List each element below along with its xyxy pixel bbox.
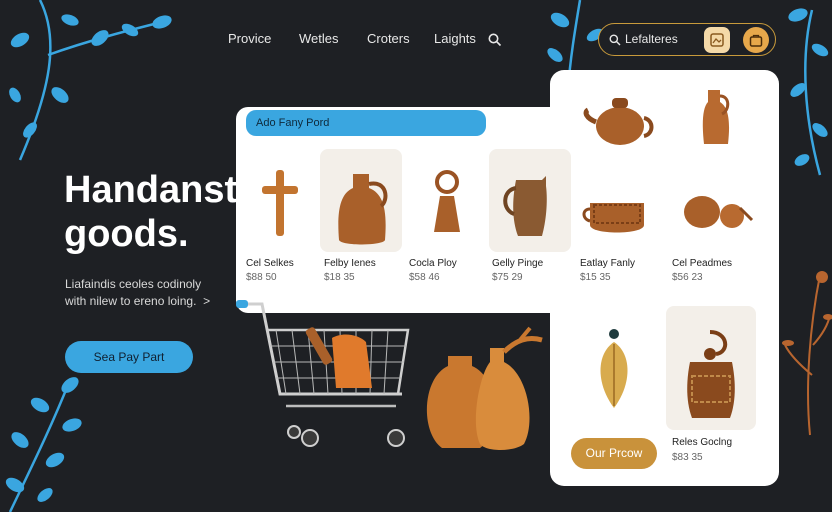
- clay-bell-image[interactable]: [430, 170, 464, 236]
- search-icon: [609, 34, 621, 46]
- product-name[interactable]: Gelly Pinge: [492, 258, 543, 269]
- product-name[interactable]: Reles Goclng: [672, 437, 732, 448]
- teapot-image[interactable]: [583, 92, 654, 148]
- product-price: $56 23: [672, 272, 703, 283]
- cart-icon-button[interactable]: [743, 27, 769, 53]
- cup-pair-image[interactable]: [678, 190, 754, 230]
- wishlist-button[interactable]: [704, 27, 730, 53]
- product-price: $18 35: [324, 272, 355, 283]
- ornate-kettle-image[interactable]: [680, 330, 742, 424]
- bag-icon: [749, 34, 763, 47]
- product-name[interactable]: Eatlay Fanly: [580, 258, 635, 269]
- product-name[interactable]: Felby Ienes: [324, 258, 376, 269]
- product-name[interactable]: Cel Selkes: [246, 258, 294, 269]
- hero-title: Handansts goods.: [64, 169, 259, 255]
- product-name[interactable]: Cel Peadmes: [672, 258, 732, 269]
- leaf-branch-bottom-right-decoration: [782, 271, 832, 436]
- leaf-ornament-image[interactable]: [592, 328, 636, 410]
- hero-subtitle: Liafaindis ceoles codinoly with nilew to…: [65, 277, 211, 308]
- frame-icon: [710, 33, 724, 47]
- search-pill[interactable]: Lefalteres: [598, 23, 776, 56]
- panel-header-bar[interactable]: Ado Fany Pord: [246, 110, 486, 136]
- nav-item-wetles[interactable]: Wetles: [299, 31, 339, 46]
- search-icon[interactable]: [488, 33, 502, 47]
- product-price: $58 46: [409, 272, 440, 283]
- cta-button[interactable]: Sea Pay Part: [65, 341, 193, 373]
- nav-item-croters[interactable]: Croters: [367, 31, 410, 46]
- clay-jug-image[interactable]: [333, 170, 391, 248]
- product-price: $15 35: [580, 272, 611, 283]
- clay-pitcher-image[interactable]: [502, 172, 558, 240]
- nav-item-provice[interactable]: Provice: [228, 31, 271, 46]
- shopping-cart-illustration: [236, 300, 410, 447]
- carved-pot-image[interactable]: [582, 195, 652, 237]
- nav-item-laights[interactable]: Laights: [434, 31, 476, 46]
- leaf-branch-top-left-decoration: [9, 0, 172, 161]
- clay-vase-image[interactable]: [696, 86, 736, 148]
- clay-vases-illustration: [426, 326, 543, 450]
- chevron-right-icon[interactable]: >: [203, 294, 210, 308]
- product-price: $88 50: [246, 272, 277, 283]
- cross-ornament-image[interactable]: [260, 170, 300, 236]
- product-price: $75 29: [492, 272, 523, 283]
- leaf-branch-bottom-left-decoration: [5, 377, 82, 512]
- search-input[interactable]: Lefalteres: [625, 32, 678, 46]
- product-name[interactable]: Cocla Ploy: [409, 258, 457, 269]
- add-to-cart-button[interactable]: Our Prcow: [571, 438, 657, 469]
- product-price: $83 35: [672, 452, 703, 463]
